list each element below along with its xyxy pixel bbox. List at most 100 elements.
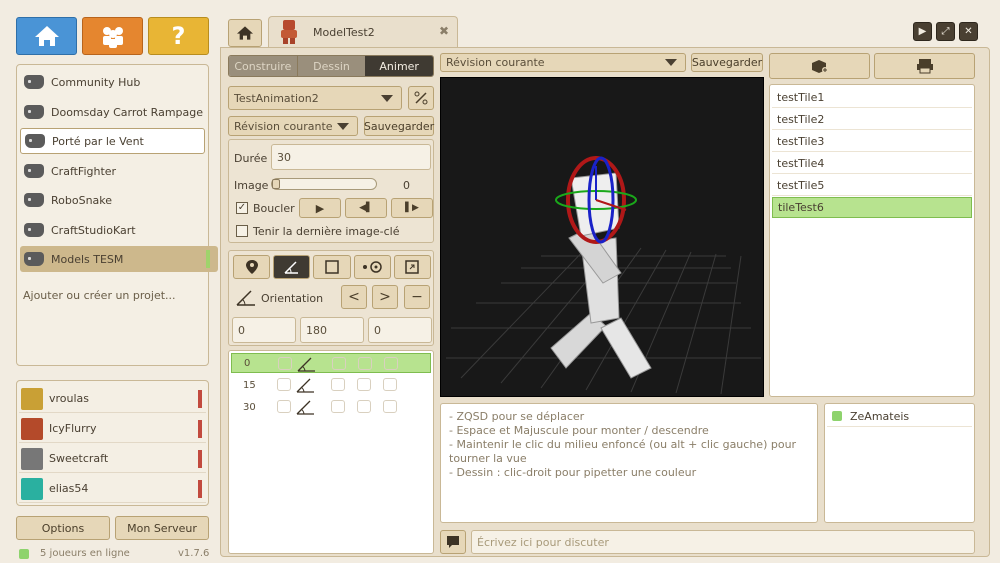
3d-viewport[interactable] [440, 77, 764, 397]
tile-item[interactable]: testTile2 [772, 109, 972, 130]
tile-item[interactable]: testTile5 [772, 175, 972, 196]
image-slider-handle[interactable] [272, 179, 280, 189]
home-button[interactable] [16, 17, 77, 55]
project-name: Models TESM [51, 252, 124, 266]
orientation-reset-button[interactable]: − [404, 285, 430, 309]
server-label: Mon Serveur [127, 521, 197, 535]
user-item[interactable]: Sweetcraft [19, 445, 206, 473]
help-icon: ? [171, 22, 186, 50]
track-slot-icon [331, 378, 345, 391]
online-indicator-icon [19, 549, 29, 559]
project-item[interactable]: Porté par le Vent [20, 128, 205, 154]
mode-draw-tab[interactable]: Dessin [296, 56, 366, 76]
tab-model[interactable]: ModelTest2 ✖ [268, 16, 458, 48]
close-window-button[interactable]: ✕ [959, 22, 978, 41]
user-item[interactable]: elias54 [19, 475, 206, 503]
project-item[interactable]: Doomsday Carrot Rampage [20, 99, 205, 125]
orientation-y-input[interactable]: 180 [300, 317, 364, 343]
user-item[interactable]: vroulas [19, 385, 206, 413]
user-list: vroulas IcyFlurry Sweetcraft elias54 [16, 380, 209, 506]
tile-item[interactable]: tileTest6 [772, 197, 972, 218]
viewport-revision-value: Révision courante [446, 56, 545, 69]
tile-item[interactable]: testTile1 [772, 87, 972, 108]
animation-revision-select[interactable]: Révision courante [228, 116, 358, 136]
chat-input[interactable]: Écrivez ici pour discuter [471, 530, 975, 554]
duration-input[interactable]: 30 [271, 144, 431, 170]
track-slot-icon [358, 357, 372, 370]
user-item[interactable]: IcyFlurry [19, 415, 206, 443]
gamepad-icon [25, 134, 45, 148]
track-slot-icon [277, 378, 291, 391]
duration-value: 30 [277, 150, 291, 164]
offset-tool-button[interactable] [353, 255, 391, 279]
pivot-tool-button[interactable] [233, 255, 271, 279]
mode-draw-label: Dessin [313, 59, 350, 73]
play-button[interactable]: ▶ [299, 198, 341, 218]
add-tile-button[interactable] [769, 53, 870, 79]
community-button[interactable] [82, 17, 143, 55]
selected-marker [206, 250, 210, 268]
keyframe-row[interactable]: 30 [231, 397, 431, 417]
project-item[interactable]: RoboSnake [20, 187, 205, 213]
tab-home-button[interactable] [228, 19, 262, 47]
animation-save-label: Sauvegarder [363, 119, 435, 133]
image-slider[interactable] [271, 178, 377, 190]
options-button[interactable]: Options [16, 516, 110, 540]
angle-icon [236, 290, 255, 306]
server-button[interactable]: Mon Serveur [115, 516, 209, 540]
prev-frame-button[interactable]: ◀▌ [345, 198, 387, 218]
tile-options-button[interactable] [874, 53, 975, 79]
add-project-link[interactable]: Ajouter ou créer un projet... [23, 283, 193, 307]
loop-checkbox[interactable]: ✓ [236, 202, 248, 214]
viewport-save-button[interactable]: Sauvegarder [691, 53, 763, 72]
orientation-x-input[interactable]: 0 [232, 317, 296, 343]
participant-item[interactable]: ZeAmateis [827, 406, 972, 427]
track-slot-icon [357, 400, 371, 413]
hold-checkbox[interactable] [236, 225, 248, 237]
project-item[interactable]: CraftStudioKart [20, 217, 205, 243]
orientation-z-input[interactable]: 0 [368, 317, 432, 343]
maximize-window-button[interactable]: ⤢ [936, 22, 955, 41]
gamepad-icon [24, 164, 44, 178]
avatar [21, 387, 43, 410]
keyframe-row[interactable]: 0 [231, 353, 431, 373]
track-slot-icon [383, 378, 397, 391]
fit-tool-button[interactable] [393, 255, 432, 279]
viewport-revision-select[interactable]: Révision courante [440, 53, 686, 72]
play-window-button[interactable]: ▶ [913, 22, 932, 41]
chat-icon [447, 536, 459, 548]
user-name: elias54 [49, 482, 89, 495]
gamepad-icon [24, 223, 44, 237]
online-indicator-icon [832, 411, 842, 421]
animation-save-button[interactable]: Sauvegarder [364, 116, 434, 136]
viewport-save-label: Sauvegarder [691, 56, 763, 69]
project-item[interactable]: CraftFighter [20, 158, 205, 184]
tile-item[interactable]: testTile3 [772, 131, 972, 152]
orientation-label: Orientation [261, 292, 324, 305]
orientation-next-button[interactable]: > [372, 285, 398, 309]
tile-item[interactable]: testTile4 [772, 153, 972, 174]
animation-settings-button[interactable] [408, 86, 434, 110]
close-tab-icon[interactable]: ✖ [439, 24, 449, 38]
close-icon: ✕ [964, 26, 973, 37]
add-tile-icon [811, 60, 828, 73]
gamepad-icon [24, 252, 44, 266]
duration-label: Durée [234, 152, 268, 165]
keyframe-row[interactable]: 15 [231, 375, 431, 395]
project-item[interactable]: Models TESM [20, 246, 218, 272]
mode-build-tab[interactable]: Construire [229, 56, 297, 76]
orientation-y-value: 180 [306, 323, 327, 337]
scale-tool-button[interactable] [313, 255, 351, 279]
help-line: - Dessin : clic-droit pour pipetter une … [449, 466, 697, 479]
chat-toggle-button[interactable] [440, 530, 466, 554]
help-button[interactable]: ? [148, 17, 209, 55]
animation-select[interactable]: TestAnimation2 [228, 86, 402, 110]
orientation-prev-button[interactable]: < [341, 285, 367, 309]
mode-animate-tab[interactable]: Animer [365, 56, 433, 76]
next-frame-button[interactable]: ▌▶ [391, 198, 433, 218]
user-name: IcyFlurry [49, 422, 97, 435]
project-item[interactable]: Community Hub [20, 69, 205, 95]
tile-name: testTile5 [777, 178, 825, 192]
offset-icon [363, 261, 382, 273]
rotate-tool-button[interactable] [273, 255, 311, 279]
